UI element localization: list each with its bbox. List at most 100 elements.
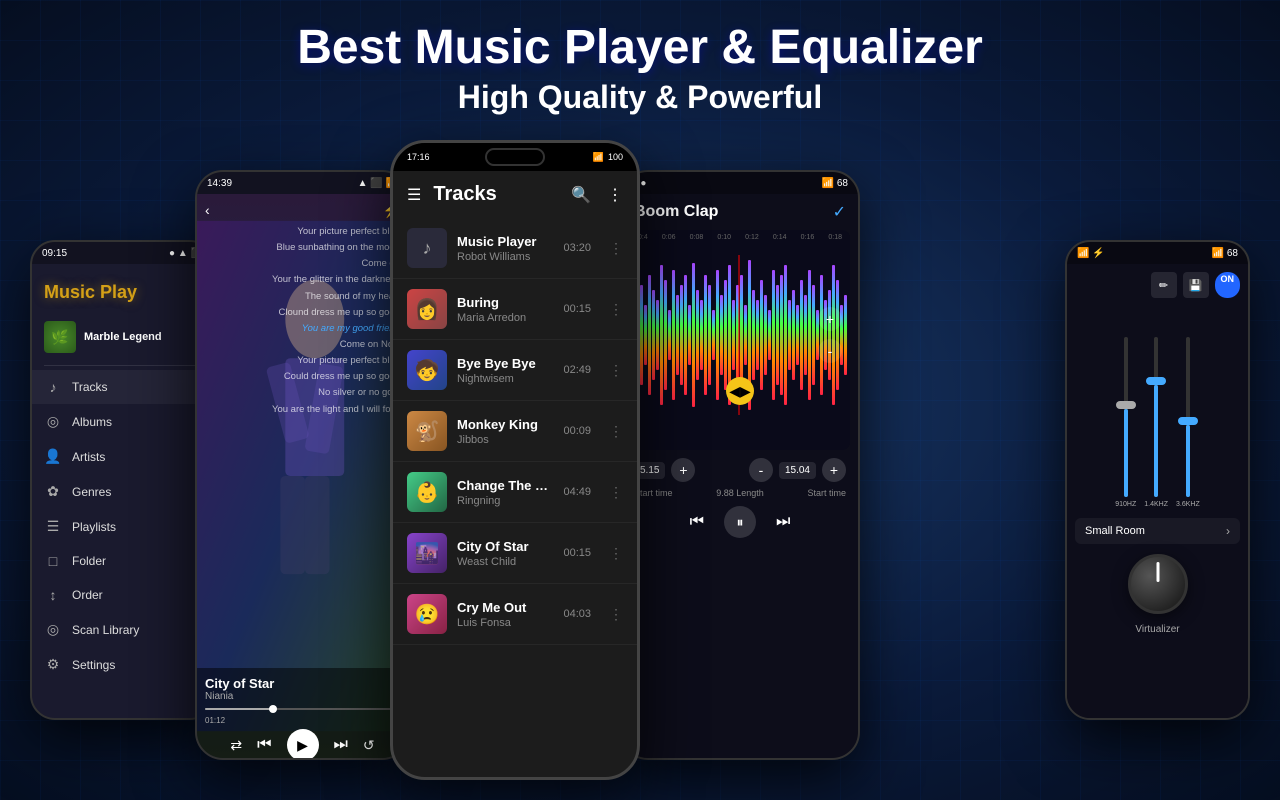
eq-prev-button[interactable]: ⏮ <box>690 513 704 531</box>
lyrics-line-5: The sound of my heart <box>272 289 400 305</box>
eq-start-plus[interactable]: + <box>671 458 695 482</box>
track-more-5[interactable]: ⋮ <box>609 484 623 501</box>
search-icon[interactable]: 🔍 <box>571 185 591 205</box>
lyrics-repeat-button[interactable]: ↺ <box>363 737 375 754</box>
track-duration-1: 03:20 <box>563 242 591 254</box>
sidebar-label-settings: Settings <box>72 658 115 672</box>
sidebar-item-genres[interactable]: ✿ Genres <box>32 474 213 509</box>
track-artist-1: Robot Williams <box>457 251 553 263</box>
fader-handle-3[interactable] <box>1178 417 1198 425</box>
zoom-out-button[interactable]: - <box>818 339 842 363</box>
sidebar-item-order[interactable]: ↕ Order <box>32 578 213 612</box>
track-item-6[interactable]: 🌆 City Of Star Weast Child 00:15 ⋮ <box>393 523 637 584</box>
virt-status-bar: 📶 ⚡ 📶 68 <box>1067 242 1248 264</box>
lyrics-progress-bar[interactable] <box>205 708 400 710</box>
fader-label-3: 3.6KHZ <box>1176 501 1200 508</box>
track-duration-6: 00:15 <box>563 547 591 559</box>
sidebar-item-artists[interactable]: 👤 Artists <box>32 439 213 474</box>
zoom-in-button[interactable]: + <box>818 307 842 331</box>
track-more-1[interactable]: ⋮ <box>609 240 623 257</box>
track-item-3[interactable]: 🧒 Bye Bye Bye Nightwisem 02:49 ⋮ <box>393 340 637 401</box>
overflow-menu-icon[interactable]: ⋮ <box>607 185 623 205</box>
music-note-icon: ♪ <box>423 238 432 259</box>
virtualizer-label: Virtualizer <box>1075 624 1240 635</box>
virt-save-button[interactable]: 💾 <box>1183 272 1209 298</box>
track-info-2: Buring Maria Arredon <box>457 295 553 324</box>
track-more-7[interactable]: ⋮ <box>609 606 623 623</box>
virt-toggle-on[interactable]: ON <box>1215 272 1241 298</box>
timeline-7: 0:18 <box>828 234 842 241</box>
room-type-selector[interactable]: Small Room › <box>1075 518 1240 544</box>
fader-36khz: 3.6KHZ <box>1176 337 1200 508</box>
track-item-4[interactable]: 🐒 Monkey King Jibbos 00:09 ⋮ <box>393 401 637 462</box>
track-item-7[interactable]: 😢 Cry Me Out Luis Fonsa 04:03 ⋮ <box>393 584 637 645</box>
lyrics-time: 01:12 <box>205 716 400 725</box>
sidebar-item-folder[interactable]: □ Folder <box>32 544 213 578</box>
track-thumb-person-3: 🧒 <box>415 358 440 383</box>
track-more-2[interactable]: ⋮ <box>609 301 623 318</box>
track-more-6[interactable]: ⋮ <box>609 545 623 562</box>
eq-end-field[interactable]: 15.04 <box>779 462 816 479</box>
track-thumb-1: ♪ <box>407 228 447 268</box>
sidebar-label-tracks: Tracks <box>72 380 108 394</box>
track-item-1[interactable]: ♪ Music Player Robot Williams 03:20 ⋮ <box>393 218 637 279</box>
timeline-1: 0:06 <box>662 234 676 241</box>
track-artist-4: Jibbos <box>457 434 553 446</box>
eq-pause-button[interactable]: ⏸ <box>724 506 756 538</box>
lyrics-line-7: Come on Now <box>272 337 400 353</box>
lyrics-prev-button[interactable]: ⏮ <box>257 736 271 754</box>
eq-header: Boom Clap ✓ <box>622 194 858 230</box>
sidebar-item-settings[interactable]: ⚙ Settings <box>32 647 213 682</box>
phone-eq: 7 ● 📶 68 Boom Clap ✓ 0:4 0:06 0:08 0:10 … <box>620 170 860 760</box>
lyrics-content: ‹ ⚡ Your picture perfect blue Blue sunba… <box>197 194 408 758</box>
sidebar-item-scan[interactable]: ◎ Scan Library <box>32 612 213 647</box>
album-name: Marble Legend <box>84 331 162 343</box>
eq-end-plus[interactable]: + <box>822 458 846 482</box>
timeline-6: 0:16 <box>801 234 815 241</box>
sidebar-album-item[interactable]: 🌿 Marble Legend <box>32 313 213 361</box>
fader-handle-2[interactable] <box>1146 377 1166 385</box>
track-name-7: Cry Me Out <box>457 600 553 615</box>
virt-content: ✏ 💾 ON 910HZ 1.4KH <box>1067 264 1248 718</box>
eq-next-button[interactable]: ⏭ <box>776 513 790 531</box>
phones-container: 09:15 ● ▲ ⬛ Music Play 🌿 Marble Legend ♪… <box>0 140 1280 800</box>
fader-fill-3 <box>1186 425 1190 497</box>
sidebar-item-albums[interactable]: ◎ Albums <box>32 404 213 439</box>
track-item-5[interactable]: 👶 Change The World Ringning 04:49 ⋮ <box>393 462 637 523</box>
album-thumbnail: 🌿 <box>44 321 76 353</box>
track-thumb-person-6: 🌆 <box>415 541 440 566</box>
fader-handle-1[interactable] <box>1116 401 1136 409</box>
eq-end-minus[interactable]: - <box>749 458 773 482</box>
sidebar-item-playlists[interactable]: ☰ Playlists <box>32 509 213 544</box>
sidebar-item-tracks[interactable]: ♪ Tracks <box>32 370 213 404</box>
nav-position-dot[interactable]: ◀▶ <box>726 377 754 405</box>
timeline-4: 0:12 <box>745 234 759 241</box>
lyrics-back-button[interactable]: ‹ <box>205 202 210 218</box>
lyrics-shuffle-button[interactable]: ⇄ <box>230 737 242 754</box>
track-name-6: City Of Star <box>457 539 553 554</box>
lyrics-line-8: Your picture perfect blue <box>272 353 400 369</box>
track-more-3[interactable]: ⋮ <box>609 362 623 379</box>
sidebar-label-folder: Folder <box>72 554 106 568</box>
waveform-container: 0:4 0:06 0:08 0:10 0:12 0:14 0:16 0:18 <box>630 230 850 450</box>
fader-fill-2 <box>1154 385 1158 497</box>
sidebar-logo-text: Music Play <box>44 282 137 303</box>
virtualizer-knob[interactable] <box>1128 554 1188 614</box>
header: Best Music Player & Equalizer High Quali… <box>0 20 1280 116</box>
track-thumb-4: 🐒 <box>407 411 447 451</box>
track-item-2[interactable]: 👩 Buring Maria Arredon 00:15 ⋮ <box>393 279 637 340</box>
eq-status-bar: 7 ● 📶 68 <box>622 172 858 194</box>
phone-virt: 📶 ⚡ 📶 68 ✏ 💾 ON 910HZ <box>1065 240 1250 720</box>
track-more-4[interactable]: ⋮ <box>609 423 623 440</box>
artists-icon: 👤 <box>44 448 62 465</box>
lyrics-play-button[interactable]: ▶ <box>287 729 319 758</box>
track-name-3: Bye Bye Bye <box>457 356 553 371</box>
lyrics-line-2: Blue sunbathing on the moon <box>272 240 400 256</box>
hamburger-menu-icon[interactable]: ☰ <box>407 185 421 205</box>
waveform-visual: + - ◀▶ <box>630 245 850 425</box>
virt-edit-button[interactable]: ✏ <box>1151 272 1177 298</box>
order-icon: ↕ <box>44 587 62 603</box>
lyrics-next-button[interactable]: ⏭ <box>334 736 348 754</box>
fader-rail-2 <box>1154 337 1158 497</box>
track-info-5: Change The World Ringning <box>457 478 553 507</box>
